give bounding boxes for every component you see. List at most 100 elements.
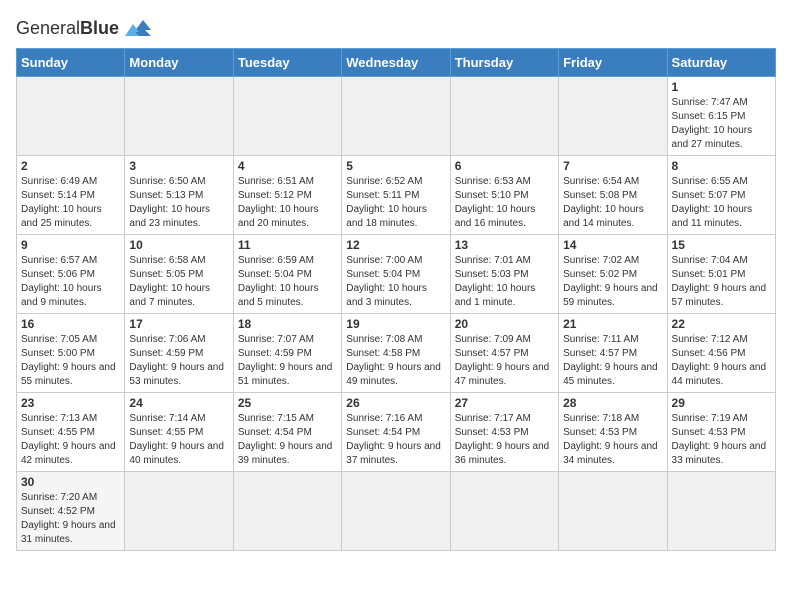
calendar-cell: 5 Sunrise: 6:52 AM Sunset: 5:11 PM Daylig… xyxy=(342,156,450,235)
logo-text: GeneralBlue xyxy=(16,19,119,37)
day-info: Sunrise: 7:15 AM Sunset: 4:54 PM Dayligh… xyxy=(238,412,337,468)
day-info: Sunrise: 7:05 AM Sunset: 5:00 PM Dayligh… xyxy=(21,333,120,389)
day-info: Sunrise: 7:47 AM Sunset: 6:15 PM Dayligh… xyxy=(672,96,771,152)
day-info: Sunrise: 7:13 AM Sunset: 4:55 PM Dayligh… xyxy=(21,412,120,468)
day-info: Sunrise: 7:08 AM Sunset: 4:58 PM Dayligh… xyxy=(346,333,445,389)
day-info: Sunrise: 7:00 AM Sunset: 5:04 PM Dayligh… xyxy=(346,254,445,310)
day-number: 8 xyxy=(672,159,771,173)
calendar-cell xyxy=(342,77,450,156)
calendar-cell xyxy=(17,77,125,156)
calendar-cell: 15 Sunrise: 7:04 AM Sunset: 5:01 PM Dayli… xyxy=(667,235,775,314)
calendar-cell xyxy=(559,77,667,156)
calendar-cell: 26 Sunrise: 7:16 AM Sunset: 4:54 PM Dayli… xyxy=(342,393,450,472)
calendar-cell: 16 Sunrise: 7:05 AM Sunset: 5:00 PM Dayli… xyxy=(17,314,125,393)
day-number: 27 xyxy=(455,396,554,410)
calendar-cell: 30 Sunrise: 7:20 AM Sunset: 4:52 PM Dayli… xyxy=(17,472,125,551)
calendar-cell xyxy=(450,77,558,156)
day-info: Sunrise: 6:53 AM Sunset: 5:10 PM Dayligh… xyxy=(455,175,554,231)
day-number: 17 xyxy=(129,317,228,331)
column-header-saturday: Saturday xyxy=(667,49,775,77)
day-number: 5 xyxy=(346,159,445,173)
day-number: 18 xyxy=(238,317,337,331)
calendar-cell: 6 Sunrise: 6:53 AM Sunset: 5:10 PM Daylig… xyxy=(450,156,558,235)
day-number: 30 xyxy=(21,475,120,489)
day-info: Sunrise: 7:19 AM Sunset: 4:53 PM Dayligh… xyxy=(672,412,771,468)
column-header-tuesday: Tuesday xyxy=(233,49,341,77)
day-number: 23 xyxy=(21,396,120,410)
column-header-thursday: Thursday xyxy=(450,49,558,77)
calendar-cell: 29 Sunrise: 7:19 AM Sunset: 4:53 PM Dayli… xyxy=(667,393,775,472)
calendar-cell: 25Sunrise: 7:15 AM Sunset: 4:54 PM Dayli… xyxy=(233,393,341,472)
calendar-cell: 22 Sunrise: 7:12 AM Sunset: 4:56 PM Dayli… xyxy=(667,314,775,393)
calendar: SundayMondayTuesdayWednesdayThursdayFrid… xyxy=(16,48,776,551)
day-info: Sunrise: 6:55 AM Sunset: 5:07 PM Dayligh… xyxy=(672,175,771,231)
calendar-cell xyxy=(342,472,450,551)
day-info: Sunrise: 6:58 AM Sunset: 5:05 PM Dayligh… xyxy=(129,254,228,310)
logo: GeneralBlue xyxy=(16,16,153,40)
day-number: 24 xyxy=(129,396,228,410)
calendar-cell: 12Sunrise: 7:00 AM Sunset: 5:04 PM Dayli… xyxy=(342,235,450,314)
calendar-cell: 2 Sunrise: 6:49 AM Sunset: 5:14 PM Daylig… xyxy=(17,156,125,235)
day-number: 14 xyxy=(563,238,662,252)
column-header-monday: Monday xyxy=(125,49,233,77)
calendar-cell: 8 Sunrise: 6:55 AM Sunset: 5:07 PM Daylig… xyxy=(667,156,775,235)
day-info: Sunrise: 7:20 AM Sunset: 4:52 PM Dayligh… xyxy=(21,491,120,547)
calendar-cell: 11 Sunrise: 6:59 AM Sunset: 5:04 PM Dayli… xyxy=(233,235,341,314)
day-info: Sunrise: 6:51 AM Sunset: 5:12 PM Dayligh… xyxy=(238,175,337,231)
calendar-cell xyxy=(450,472,558,551)
day-info: Sunrise: 7:09 AM Sunset: 4:57 PM Dayligh… xyxy=(455,333,554,389)
day-info: Sunrise: 7:18 AM Sunset: 4:53 PM Dayligh… xyxy=(563,412,662,468)
calendar-cell xyxy=(125,472,233,551)
day-info: Sunrise: 7:07 AM Sunset: 4:59 PM Dayligh… xyxy=(238,333,337,389)
calendar-cell: 4 Sunrise: 6:51 AM Sunset: 5:12 PM Daylig… xyxy=(233,156,341,235)
day-number: 1 xyxy=(672,80,771,94)
day-info: Sunrise: 7:04 AM Sunset: 5:01 PM Dayligh… xyxy=(672,254,771,310)
day-info: Sunrise: 7:14 AM Sunset: 4:55 PM Dayligh… xyxy=(129,412,228,468)
calendar-cell: 10 Sunrise: 6:58 AM Sunset: 5:05 PM Dayli… xyxy=(125,235,233,314)
day-info: Sunrise: 6:57 AM Sunset: 5:06 PM Dayligh… xyxy=(21,254,120,310)
day-number: 15 xyxy=(672,238,771,252)
column-header-sunday: Sunday xyxy=(17,49,125,77)
day-number: 9 xyxy=(21,238,120,252)
day-number: 11 xyxy=(238,238,337,252)
calendar-header-row: SundayMondayTuesdayWednesdayThursdayFrid… xyxy=(17,49,776,77)
day-info: Sunrise: 6:52 AM Sunset: 5:11 PM Dayligh… xyxy=(346,175,445,231)
calendar-cell: 1 Sunrise: 7:47 AM Sunset: 6:15 PM Daylig… xyxy=(667,77,775,156)
day-number: 29 xyxy=(672,396,771,410)
day-number: 21 xyxy=(563,317,662,331)
calendar-cell xyxy=(559,472,667,551)
day-number: 3 xyxy=(129,159,228,173)
day-info: Sunrise: 6:49 AM Sunset: 5:14 PM Dayligh… xyxy=(21,175,120,231)
day-number: 13 xyxy=(455,238,554,252)
calendar-cell: 18 Sunrise: 7:07 AM Sunset: 4:59 PM Dayli… xyxy=(233,314,341,393)
calendar-cell: 23 Sunrise: 7:13 AM Sunset: 4:55 PM Dayli… xyxy=(17,393,125,472)
day-number: 16 xyxy=(21,317,120,331)
day-number: 22 xyxy=(672,317,771,331)
day-info: Sunrise: 6:59 AM Sunset: 5:04 PM Dayligh… xyxy=(238,254,337,310)
calendar-cell: 20 Sunrise: 7:09 AM Sunset: 4:57 PM Dayli… xyxy=(450,314,558,393)
day-info: Sunrise: 6:54 AM Sunset: 5:08 PM Dayligh… xyxy=(563,175,662,231)
day-info: Sunrise: 7:17 AM Sunset: 4:53 PM Dayligh… xyxy=(455,412,554,468)
day-number: 7 xyxy=(563,159,662,173)
day-number: 6 xyxy=(455,159,554,173)
calendar-cell: 3 Sunrise: 6:50 AM Sunset: 5:13 PM Daylig… xyxy=(125,156,233,235)
day-info: Sunrise: 6:50 AM Sunset: 5:13 PM Dayligh… xyxy=(129,175,228,231)
calendar-cell: 17 Sunrise: 7:06 AM Sunset: 4:59 PM Dayli… xyxy=(125,314,233,393)
day-number: 4 xyxy=(238,159,337,173)
calendar-cell xyxy=(233,77,341,156)
column-header-friday: Friday xyxy=(559,49,667,77)
day-info: Sunrise: 7:12 AM Sunset: 4:56 PM Dayligh… xyxy=(672,333,771,389)
day-number: 19 xyxy=(346,317,445,331)
day-number: 2 xyxy=(21,159,120,173)
day-number: 20 xyxy=(455,317,554,331)
day-number: 10 xyxy=(129,238,228,252)
calendar-cell: 14 Sunrise: 7:02 AM Sunset: 5:02 PM Dayli… xyxy=(559,235,667,314)
column-header-wednesday: Wednesday xyxy=(342,49,450,77)
calendar-cell: 13Sunrise: 7:01 AM Sunset: 5:03 PM Dayli… xyxy=(450,235,558,314)
day-info: Sunrise: 7:16 AM Sunset: 4:54 PM Dayligh… xyxy=(346,412,445,468)
day-info: Sunrise: 7:02 AM Sunset: 5:02 PM Dayligh… xyxy=(563,254,662,310)
calendar-cell: 21Sunrise: 7:11 AM Sunset: 4:57 PM Dayli… xyxy=(559,314,667,393)
day-number: 26 xyxy=(346,396,445,410)
day-number: 28 xyxy=(563,396,662,410)
day-info: Sunrise: 7:06 AM Sunset: 4:59 PM Dayligh… xyxy=(129,333,228,389)
